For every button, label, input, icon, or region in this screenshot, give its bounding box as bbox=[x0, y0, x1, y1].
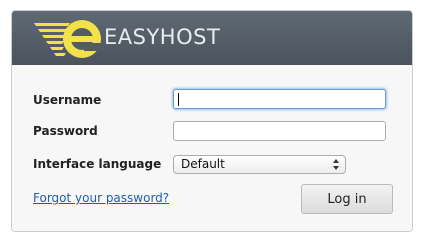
text-caret bbox=[178, 93, 179, 106]
login-form: Username Password Interface language Def… bbox=[12, 65, 412, 231]
select-updown-arrows-icon bbox=[333, 159, 339, 170]
forgot-password-link[interactable]: Forgot your password? bbox=[33, 191, 169, 205]
header-bar: EASYHOST bbox=[12, 11, 412, 65]
login-panel: EASYHOST Username Password Interface lan… bbox=[11, 10, 413, 232]
interface-language-select[interactable]: Default bbox=[173, 155, 346, 174]
brand-name: EASYHOST bbox=[104, 25, 221, 49]
language-selected-value: Default bbox=[181, 157, 225, 171]
password-label: Password bbox=[33, 124, 98, 138]
interface-language-label: Interface language bbox=[33, 157, 162, 171]
username-input[interactable] bbox=[173, 89, 386, 109]
login-button[interactable]: Log in bbox=[301, 184, 393, 214]
username-label: Username bbox=[33, 93, 102, 107]
password-input[interactable] bbox=[173, 121, 386, 141]
